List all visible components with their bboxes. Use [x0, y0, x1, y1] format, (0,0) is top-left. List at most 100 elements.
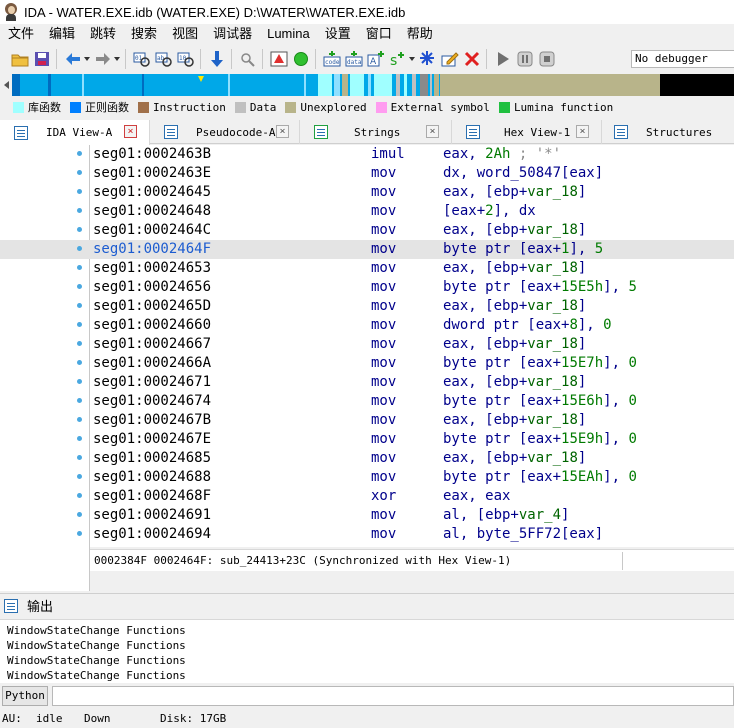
- language-button[interactable]: Python: [2, 686, 48, 706]
- tab-ida-view-a[interactable]: IDA View-A ×: [0, 120, 150, 145]
- row-mnemonic: mov: [371, 355, 397, 371]
- menu-lumina[interactable]: Lumina: [259, 24, 317, 44]
- breakpoint-dot-icon[interactable]: [77, 398, 82, 403]
- delete-icon[interactable]: [462, 49, 482, 69]
- listing-row[interactable]: seg01:0002466A mov byte ptr [eax+15E7h], 0: [0, 354, 734, 373]
- search-immediate-icon[interactable]: 10: [176, 49, 196, 69]
- menu-view[interactable]: 视图: [164, 24, 205, 44]
- close-icon[interactable]: ×: [124, 125, 137, 138]
- listing-row[interactable]: seg01:00024671 mov eax, [ebp+var_18]: [0, 373, 734, 392]
- breakpoint-dot-icon[interactable]: [77, 417, 82, 422]
- listing-row[interactable]: seg01:0002463B imul eax, 2Ah ; '*': [0, 145, 734, 164]
- tab-strings[interactable]: Strings ×: [300, 120, 452, 144]
- tab-structures[interactable]: Structures: [602, 120, 734, 144]
- breakpoint-dot-icon[interactable]: [77, 322, 82, 327]
- pause-icon[interactable]: [515, 49, 535, 69]
- listing-row[interactable]: seg01:00024688 mov byte ptr [eax+15EAh], 0: [0, 468, 734, 487]
- jump-down-icon[interactable]: [207, 49, 227, 69]
- menu-search[interactable]: 搜索: [123, 24, 164, 44]
- breakpoint-dot-icon[interactable]: [77, 189, 82, 194]
- close-icon[interactable]: ×: [576, 125, 589, 138]
- close-icon[interactable]: ×: [276, 125, 289, 138]
- nav-position-marker-icon: [198, 76, 204, 82]
- tab-hex-view-1[interactable]: Hex View-1 ×: [452, 120, 602, 144]
- breakpoint-dot-icon[interactable]: [77, 531, 82, 536]
- menu-edit[interactable]: 编辑: [41, 24, 82, 44]
- debugger-select[interactable]: No debugger: [631, 50, 734, 68]
- row-operands: dword ptr [eax+8], 0: [443, 316, 612, 335]
- breakpoint-dot-icon[interactable]: [77, 512, 82, 517]
- menu-debugger[interactable]: 调试器: [205, 24, 259, 44]
- warning-icon[interactable]: [269, 49, 289, 69]
- output-window[interactable]: WindowStateChange Functions WindowStateC…: [0, 619, 734, 683]
- forward-dropdown-icon[interactable]: [113, 49, 121, 69]
- code-icon[interactable]: code: [322, 49, 342, 69]
- open-folder-icon[interactable]: [10, 49, 30, 69]
- edit-icon[interactable]: [440, 49, 460, 69]
- navigation-band[interactable]: [12, 74, 734, 96]
- breakpoint-dot-icon[interactable]: [77, 170, 82, 175]
- binary-search-icon[interactable]: 01: [132, 49, 152, 69]
- breakpoint-dot-icon[interactable]: [77, 265, 82, 270]
- listing-row[interactable]: seg01:00024674 mov byte ptr [eax+15E6h], 0: [0, 392, 734, 411]
- listing-row[interactable]: seg01:0002464F mov byte ptr [eax+1], 5: [0, 240, 734, 259]
- toolbar: 01 ab 10 code data A s: [0, 46, 734, 72]
- breakpoint-dot-icon[interactable]: [77, 436, 82, 441]
- disassembly-listing[interactable]: seg01:0002463B imul eax, 2Ah ; '*' seg01:00…: [0, 145, 734, 591]
- struct-icon[interactable]: s: [388, 49, 408, 69]
- listing-row[interactable]: seg01:0002467E mov byte ptr [eax+15E9h], 0: [0, 430, 734, 449]
- operand-part: byte ptr [eax+: [443, 355, 562, 371]
- breakpoint-dot-icon[interactable]: [77, 493, 82, 498]
- listing-row[interactable]: seg01:00024667 mov eax, [ebp+var_18]: [0, 335, 734, 354]
- green-circle-icon[interactable]: [291, 49, 311, 69]
- listing-row[interactable]: seg01:00024656 mov byte ptr [eax+15E5h], 5: [0, 278, 734, 297]
- play-icon[interactable]: [493, 49, 513, 69]
- listing-row[interactable]: seg01:0002465D mov eax, [ebp+var_18]: [0, 297, 734, 316]
- string-icon[interactable]: A: [366, 49, 386, 69]
- tab-pseudocode-a[interactable]: Pseudocode-A ×: [150, 120, 300, 144]
- listing-row[interactable]: seg01:0002468F xor eax, eax: [0, 487, 734, 506]
- listing-row[interactable]: seg01:00024694 mov al, byte_5FF72[eax]: [0, 525, 734, 544]
- menu-windows[interactable]: 窗口: [358, 24, 399, 44]
- breakpoint-dot-icon[interactable]: [77, 379, 82, 384]
- listing-row[interactable]: seg01:00024645 mov eax, [ebp+var_18]: [0, 183, 734, 202]
- search-text-icon[interactable]: ab: [154, 49, 174, 69]
- close-icon[interactable]: ×: [426, 125, 439, 138]
- toolbar-separator: [125, 49, 126, 69]
- nav-scroll-left-icon[interactable]: [0, 74, 12, 96]
- breakpoint-dot-icon[interactable]: [77, 474, 82, 479]
- listing-row[interactable]: seg01:00024691 mov al, [ebp+var_4]: [0, 506, 734, 525]
- menu-file[interactable]: 文件: [0, 24, 41, 44]
- data-icon[interactable]: data: [344, 49, 364, 69]
- breakpoint-dot-icon[interactable]: [77, 303, 82, 308]
- back-arrow-icon[interactable]: [63, 49, 83, 69]
- listing-row[interactable]: seg01:00024685 mov eax, [ebp+var_18]: [0, 449, 734, 468]
- forward-arrow-icon[interactable]: [93, 49, 113, 69]
- menu-help[interactable]: 帮助: [399, 24, 440, 44]
- breakpoint-dot-icon[interactable]: [77, 208, 82, 213]
- breakpoint-dot-icon[interactable]: [77, 341, 82, 346]
- breakpoint-dot-icon[interactable]: [77, 360, 82, 365]
- breakpoint-dot-icon[interactable]: [77, 227, 82, 232]
- listing-row[interactable]: seg01:00024653 mov eax, [ebp+var_18]: [0, 259, 734, 278]
- listing-row[interactable]: seg01:00024660 mov dword ptr [eax+8], 0: [0, 316, 734, 335]
- listing-row[interactable]: seg01:0002463E mov dx, word_50847[eax]: [0, 164, 734, 183]
- breakpoint-dot-icon[interactable]: [77, 246, 82, 251]
- listing-row[interactable]: seg01:0002464C mov eax, [ebp+var_18]: [0, 221, 734, 240]
- back-dropdown-icon[interactable]: [83, 49, 91, 69]
- operand-part: byte ptr [eax+: [443, 431, 562, 447]
- struct-dropdown-icon[interactable]: [408, 49, 416, 69]
- row-address: seg01:0002467E: [93, 431, 212, 447]
- save-icon[interactable]: [32, 49, 52, 69]
- menu-jump[interactable]: 跳转: [82, 24, 123, 44]
- hide-icon[interactable]: [238, 49, 258, 69]
- breakpoint-dot-icon[interactable]: [77, 151, 82, 156]
- listing-row[interactable]: seg01:00024648 mov [eax+2], dx: [0, 202, 734, 221]
- enum-icon[interactable]: [418, 49, 438, 69]
- breakpoint-dot-icon[interactable]: [77, 284, 82, 289]
- command-input[interactable]: [52, 686, 734, 706]
- breakpoint-dot-icon[interactable]: [77, 455, 82, 460]
- menu-options[interactable]: 设置: [317, 24, 358, 44]
- listing-row[interactable]: seg01:0002467B mov eax, [ebp+var_18]: [0, 411, 734, 430]
- stop-icon[interactable]: [537, 49, 557, 69]
